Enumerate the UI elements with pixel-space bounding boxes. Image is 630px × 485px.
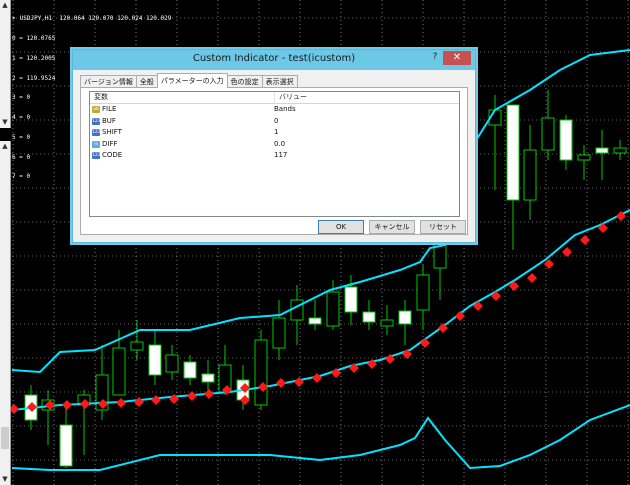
candle-body [254, 339, 268, 406]
param-name: SHIFT [102, 128, 122, 136]
signal-diamond-icon [580, 235, 590, 245]
signal-diamond-icon [151, 395, 161, 405]
tab-parameters[interactable]: パラメーターの入力 [156, 73, 228, 88]
signal-diamond-icon [116, 398, 126, 408]
scroll-down-arrow-icon[interactable]: ▼ [1, 475, 9, 483]
candle-body [130, 341, 144, 351]
chart-info-line: USDJPY,H1 120.064 120.070 120.024 120.02… [19, 15, 172, 23]
param-value[interactable]: 0 [270, 116, 278, 128]
integer-type-icon: 123 [92, 152, 101, 160]
parameters-table: 変数 バリュー ab FILE Bands 123 BUF 0 123 SHIFT 1… [89, 91, 460, 217]
reset-button[interactable]: リセット [420, 220, 466, 234]
signal-diamond-icon [455, 311, 465, 321]
candle-body [308, 317, 322, 325]
column-header-variable[interactable]: 変数 [90, 92, 275, 103]
candle-body [326, 291, 340, 327]
param-name: FILE [102, 105, 117, 113]
candle-body [112, 347, 126, 396]
tab-panel-parameters: 変数 バリュー ab FILE Bands 123 BUF 0 123 SHIFT 1… [80, 87, 468, 235]
chart-info-line: 0 = 120.0765 [12, 34, 56, 42]
dialog-title: Custom Indicator - test(icustom) [192, 53, 356, 64]
scroll-thumb[interactable] [1, 427, 9, 449]
candle-body [380, 319, 394, 327]
signal-diamond-icon [204, 389, 214, 399]
cancel-button[interactable]: キャンセル [369, 220, 415, 234]
candle-body [506, 104, 520, 201]
dialog-tabs: バージョン情報 全般 パラメーターの入力 色の設定 表示選択 [80, 73, 298, 88]
signal-diamond-icon [420, 338, 430, 348]
signal-diamond-icon [562, 247, 572, 257]
help-button[interactable]: ? [430, 52, 440, 62]
candle-body [398, 310, 412, 325]
candle-body [59, 424, 73, 467]
table-row[interactable]: ½ DIFF 0.0 [90, 139, 459, 151]
ok-button[interactable]: OK [318, 220, 364, 234]
custom-indicator-dialog: Custom Indicator - test(icustom) ? ✕ バージ… [72, 49, 476, 243]
candle-body [362, 311, 376, 323]
candle-body [559, 119, 573, 161]
signal-diamond-icon [187, 391, 197, 401]
candle-body [613, 147, 627, 154]
integer-type-icon: 123 [92, 117, 101, 125]
param-value[interactable]: 117 [270, 150, 287, 162]
table-header: 変数 バリュー [90, 92, 459, 104]
close-icon: ✕ [452, 52, 462, 63]
collapse-arrow-icon[interactable]: ▾ [12, 16, 16, 23]
dialog-titlebar[interactable]: Custom Indicator - test(icustom) ? ✕ [73, 50, 475, 70]
double-type-icon: ½ [92, 140, 100, 148]
candle-body [523, 149, 537, 201]
table-row[interactable]: 123 SHIFT 1 [90, 127, 459, 139]
signal-diamond-icon [134, 397, 144, 407]
param-value[interactable]: 1 [270, 127, 278, 139]
param-value[interactable]: 0.0 [270, 139, 285, 151]
candle-body [201, 373, 215, 383]
candle-body [148, 344, 162, 376]
column-header-value[interactable]: バリュー [275, 92, 307, 103]
candle-body [290, 299, 304, 321]
candle-body [541, 117, 555, 151]
param-value[interactable]: Bands [270, 104, 296, 116]
string-type-icon: ab [92, 106, 100, 114]
signal-diamond-icon [276, 378, 286, 388]
scroll-up-arrow-icon[interactable]: ▲ [1, 1, 9, 9]
close-button[interactable]: ✕ [443, 51, 471, 65]
candle-body [165, 354, 179, 373]
signal-diamond-icon [312, 373, 322, 383]
param-name: BUF [102, 116, 116, 125]
table-row[interactable]: ab FILE Bands [90, 104, 459, 116]
table-row[interactable]: 123 BUF 0 [90, 116, 459, 128]
param-name: CODE [102, 151, 123, 159]
table-row[interactable]: 123 CODE 117 [90, 150, 459, 162]
scroll-up-arrow-icon[interactable]: ▲ [1, 142, 9, 150]
signal-diamond-icon [527, 273, 537, 283]
candle-body [344, 286, 358, 313]
chart-scrollbar-upper[interactable]: ▲ ▼ [0, 0, 11, 128]
candle-body [272, 317, 286, 349]
scroll-down-arrow-icon[interactable]: ▼ [1, 118, 9, 126]
signal-diamond-icon [62, 400, 72, 410]
candle-body [416, 274, 430, 311]
candle-body [577, 154, 591, 161]
integer-type-icon: 123 [92, 129, 101, 137]
chart-scrollbar-lower[interactable]: ▲ ▼ [0, 141, 11, 485]
param-name: DIFF [102, 139, 118, 148]
candle-body [595, 147, 609, 154]
candle-body [183, 361, 197, 379]
